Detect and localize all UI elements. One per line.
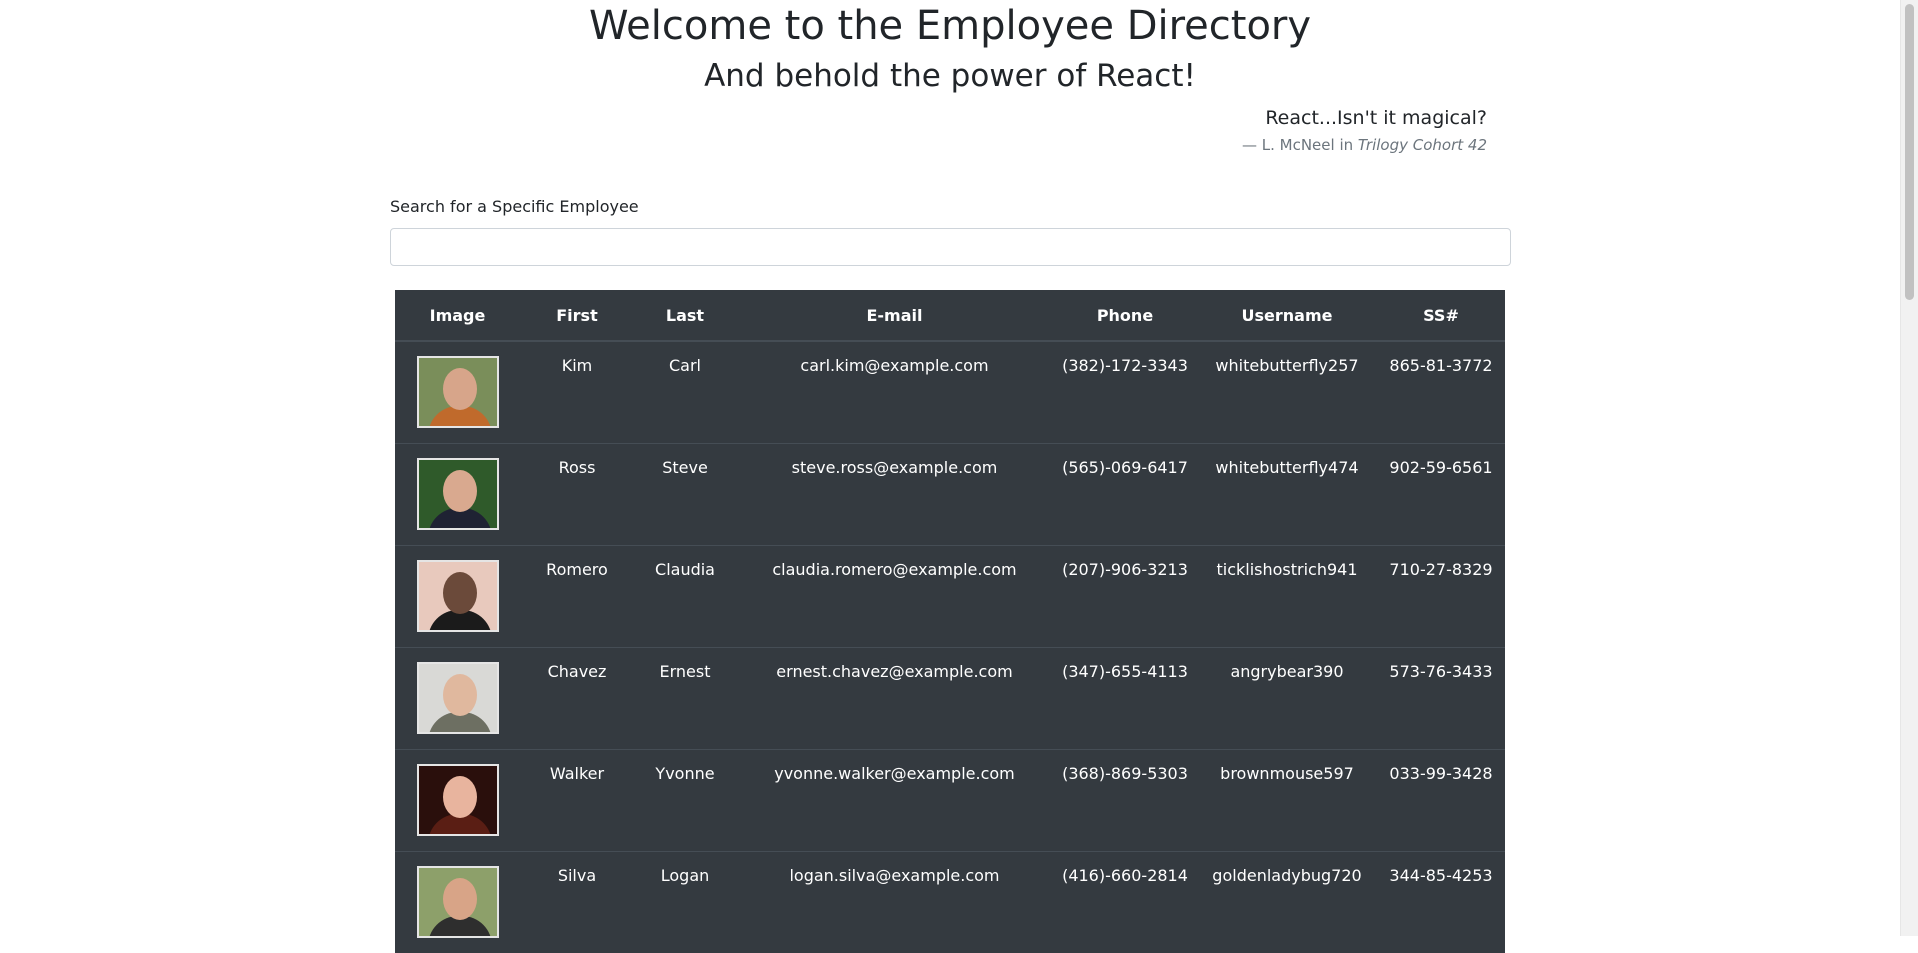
email-cell: claudia.romero@example.com: [736, 544, 1053, 647]
column-header-image[interactable]: Image: [395, 290, 520, 342]
ssn-cell: 344-85-4253: [1377, 850, 1505, 953]
email-cell: steve.ross@example.com: [736, 442, 1053, 545]
image-cell: [395, 341, 520, 443]
phone-cell: (347)-655-4113: [1053, 646, 1197, 749]
email-cell: carl.kim@example.com: [800, 356, 989, 375]
ssn-cell: 902-59-6561: [1377, 442, 1505, 545]
first-cell: Walker: [520, 748, 634, 851]
ssn-cell: 865-81-3772: [1389, 356, 1493, 375]
ssn-cell: 710-27-8329: [1377, 544, 1505, 647]
ssn-cell: 033-99-3428: [1377, 748, 1505, 851]
column-header-username[interactable]: Username: [1197, 290, 1377, 342]
employee-photo: [416, 865, 499, 938]
column-header-phone[interactable]: Phone: [1053, 290, 1197, 342]
column-header-first[interactable]: First: [520, 290, 634, 342]
photo-head: [442, 673, 477, 716]
username-cell: whitebutterfly257: [1215, 356, 1359, 375]
table-row: Romero Claudia claudia.romero@example.co…: [395, 544, 1505, 647]
photo-head: [442, 469, 477, 512]
photo-head: [442, 877, 477, 920]
header-row: Image First Last E-mail Phone Username S…: [395, 290, 1505, 342]
employee-photo: [416, 763, 499, 836]
quote-attribution: — L. McNeel in: [1241, 136, 1354, 154]
quote-footer: — L. McNeel in Trilogy Cohort 42: [1242, 134, 1487, 156]
quote-block: React...Isn't it magical? — L. McNeel in…: [1242, 104, 1487, 156]
employee-table: Image First Last E-mail Phone Username S…: [395, 290, 1505, 953]
phone-cell: (382)-172-3343: [1062, 356, 1188, 375]
image-cell: [395, 646, 520, 749]
first-cell: Kim: [561, 356, 593, 375]
last-cell: Steve: [634, 442, 736, 545]
column-header-last[interactable]: Last: [634, 290, 736, 342]
table-row: Chavez Ernest ernest.chavez@example.com …: [395, 646, 1505, 749]
table-row: Kim Carl carl.kim@example.com (382)-172-…: [395, 341, 1505, 443]
column-header-ssn[interactable]: SS#: [1377, 290, 1505, 342]
vertical-scrollbar[interactable]: [1900, 0, 1918, 936]
page: Welcome to the Employee Directory And be…: [0, 0, 1900, 953]
image-cell: [395, 544, 520, 647]
page-subtitle: And behold the power of React!: [704, 58, 1196, 94]
last-cell: Yvonne: [634, 748, 736, 851]
last-cell: Logan: [634, 850, 736, 953]
quote-text: React...Isn't it magical?: [1265, 107, 1487, 129]
photo-head: [442, 368, 477, 410]
last-cell: Claudia: [634, 544, 736, 647]
employee-photo: [416, 661, 499, 734]
search-input[interactable]: [390, 228, 1511, 266]
first-cell: Silva: [520, 850, 634, 953]
table-row: Walker Yvonne yvonne.walker@example.com …: [395, 748, 1505, 851]
employee-photo: [416, 457, 499, 530]
phone-cell: (565)-069-6417: [1053, 442, 1197, 545]
column-header-email[interactable]: E-mail: [736, 290, 1053, 342]
email-cell: yvonne.walker@example.com: [736, 748, 1053, 851]
image-cell: [395, 850, 520, 953]
search-label: Search for a Specific Employee: [390, 197, 639, 216]
first-cell: Ross: [520, 442, 634, 545]
scrollbar-thumb[interactable]: [1905, 4, 1914, 300]
username-cell: ticklishostrich941: [1197, 544, 1377, 647]
table-header: Image First Last E-mail Phone Username S…: [395, 290, 1505, 342]
last-cell: Carl: [669, 356, 701, 375]
first-cell: Chavez: [520, 646, 634, 749]
username-cell: goldenladybug720: [1197, 850, 1377, 953]
email-cell: logan.silva@example.com: [736, 850, 1053, 953]
phone-cell: (207)-906-3213: [1053, 544, 1197, 647]
employee-photo: [416, 356, 499, 428]
photo-head: [442, 571, 477, 614]
image-cell: [395, 748, 520, 851]
username-cell: brownmouse597: [1197, 748, 1377, 851]
table-row: Silva Logan logan.silva@example.com (416…: [395, 850, 1505, 953]
page-title: Welcome to the Employee Directory: [588, 3, 1312, 49]
employee-photo: [416, 559, 499, 632]
photo-head: [442, 775, 477, 818]
quote-source: Trilogy Cohort 42: [1357, 136, 1487, 154]
email-cell: ernest.chavez@example.com: [736, 646, 1053, 749]
phone-cell: (416)-660-2814: [1053, 850, 1197, 953]
first-cell: Romero: [520, 544, 634, 647]
username-cell: angrybear390: [1197, 646, 1377, 749]
ssn-cell: 573-76-3433: [1377, 646, 1505, 749]
table-row: Ross Steve steve.ross@example.com (565)-…: [395, 442, 1505, 545]
table-body: Kim Carl carl.kim@example.com (382)-172-…: [395, 341, 1505, 953]
last-cell: Ernest: [634, 646, 736, 749]
phone-cell: (368)-869-5303: [1053, 748, 1197, 851]
image-cell: [395, 442, 520, 545]
username-cell: whitebutterfly474: [1197, 442, 1377, 545]
